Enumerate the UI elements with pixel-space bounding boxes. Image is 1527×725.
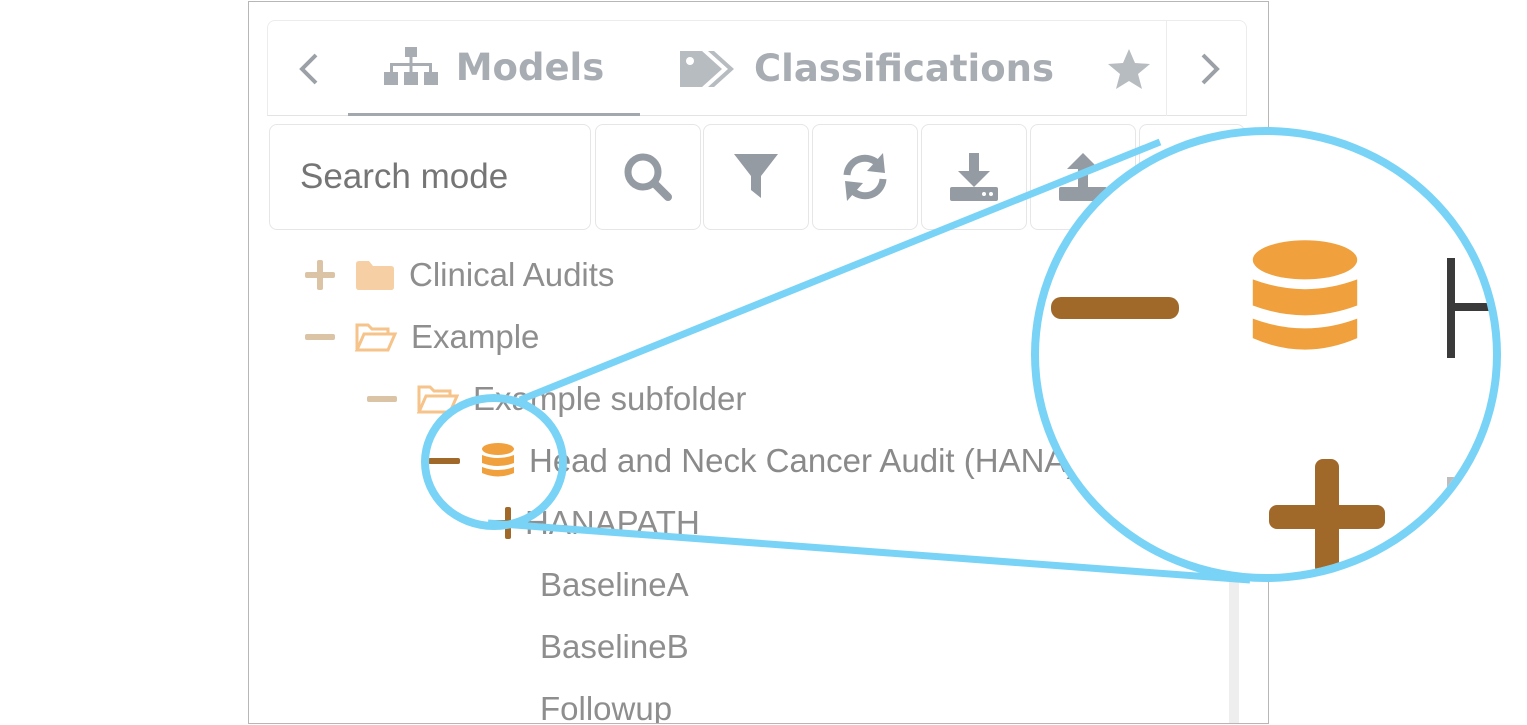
tree-item-clinical-audits[interactable]: Clinical Audits xyxy=(303,244,614,306)
search-button[interactable] xyxy=(595,124,701,230)
star-icon xyxy=(1108,48,1150,89)
tree-item-label: HANAPATH xyxy=(525,504,700,541)
tree-item-example[interactable]: Example xyxy=(303,306,539,368)
tab-classifications-label: Classifications xyxy=(754,47,1055,90)
tab-favourites[interactable] xyxy=(1106,21,1152,116)
tab-scroll-right-button[interactable] xyxy=(1166,21,1249,116)
magnified-database-icon xyxy=(1252,240,1358,350)
chevron-right-icon xyxy=(1201,53,1220,85)
tree-item-followup[interactable]: Followup xyxy=(540,678,673,724)
tab-models[interactable]: Models xyxy=(348,21,640,116)
folder-open-icon xyxy=(355,323,397,352)
tree-item-label: BaselineB xyxy=(540,628,689,665)
tags-icon xyxy=(680,50,734,87)
tab-models-label: Models xyxy=(455,45,605,89)
magnifier-lens xyxy=(1031,127,1501,582)
plus-icon[interactable] xyxy=(303,258,337,292)
magnified-minus-icon xyxy=(1051,297,1179,319)
sitemap-icon xyxy=(383,47,438,85)
magnified-text-fragment xyxy=(1447,477,1455,543)
download-icon xyxy=(950,153,998,201)
tree-item-label: Followup xyxy=(540,690,673,724)
filter-icon xyxy=(734,154,778,198)
refresh-button[interactable] xyxy=(812,124,918,230)
search-input[interactable] xyxy=(269,124,591,230)
tree-item-label: BaselineA xyxy=(540,566,689,603)
tab-scroll-left-button[interactable] xyxy=(290,47,330,91)
tree-item-baselineb[interactable]: BaselineB xyxy=(540,616,689,678)
tree-item-baselinea[interactable]: BaselineA xyxy=(540,554,689,616)
tree-item-label: Example xyxy=(411,318,540,355)
magnified-plus-icon xyxy=(1269,459,1385,574)
filter-button[interactable] xyxy=(703,124,809,230)
tree-item-label: Head and Neck Cancer Audit (HANA) xyxy=(529,442,1078,479)
download-button[interactable] xyxy=(921,124,1027,230)
tab-bar: Models Classifications xyxy=(267,20,1247,116)
search-icon xyxy=(624,153,672,201)
refresh-icon xyxy=(843,153,887,201)
folder-icon xyxy=(356,261,394,290)
minus-icon[interactable] xyxy=(303,320,337,354)
magnified-text-fragment xyxy=(1447,258,1493,358)
tree-item-example-subfolder[interactable]: Example subfolder xyxy=(365,368,746,430)
magnifier-focus-ring xyxy=(421,394,567,530)
tree-item-label: Clinical Audits xyxy=(409,256,615,293)
minus-icon[interactable] xyxy=(365,382,399,416)
chevron-left-icon xyxy=(299,53,318,85)
tab-classifications[interactable]: Classifications xyxy=(678,21,1054,116)
